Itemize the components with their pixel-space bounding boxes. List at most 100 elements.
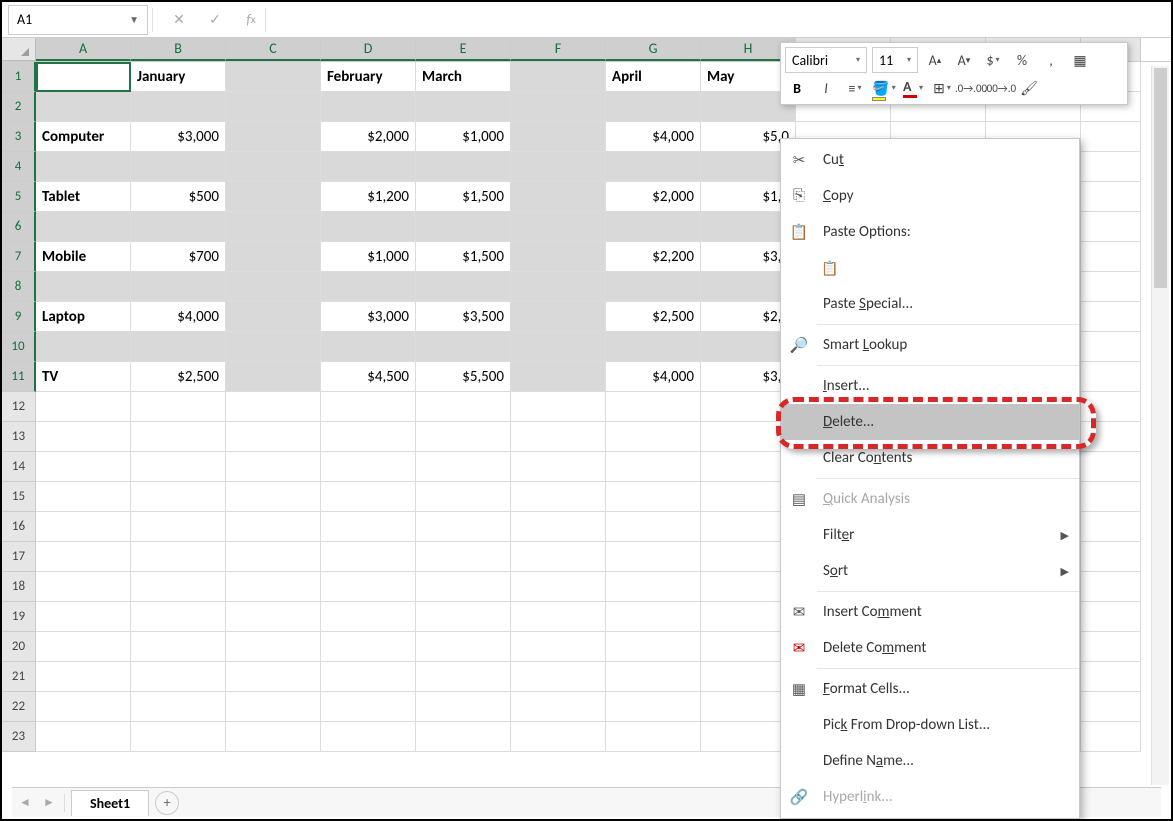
row-header[interactable]: 4 — [2, 152, 36, 182]
scroll-thumb[interactable] — [1154, 68, 1167, 288]
cell[interactable] — [1081, 332, 1141, 362]
cell[interactable] — [1081, 242, 1141, 272]
row-header[interactable]: 1 — [2, 62, 36, 92]
row-header[interactable]: 15 — [2, 482, 36, 512]
cell[interactable]: $3,500 — [416, 302, 511, 332]
cell[interactable] — [511, 722, 606, 752]
format-painter-icon[interactable]: 🖌 — [1017, 76, 1041, 100]
cell[interactable] — [1081, 692, 1141, 722]
row-header[interactable]: 19 — [2, 602, 36, 632]
menu-insert-comment[interactable]: ✉Insert Comment — [781, 594, 1079, 630]
cell[interactable] — [606, 422, 701, 452]
col-header[interactable]: D — [321, 38, 416, 61]
cell[interactable] — [416, 572, 511, 602]
cell[interactable] — [1081, 122, 1141, 152]
format-table-icon[interactable]: ▦ — [1068, 48, 1092, 72]
cell[interactable] — [321, 422, 416, 452]
tab-nav-next[interactable]: ► — [40, 795, 58, 810]
row-header[interactable]: 2 — [2, 92, 36, 122]
cell[interactable] — [131, 572, 226, 602]
cell[interactable] — [1081, 212, 1141, 242]
menu-copy[interactable]: ⎘Copy — [781, 178, 1079, 214]
cell[interactable] — [226, 182, 321, 212]
cell[interactable] — [1081, 662, 1141, 692]
cell[interactable]: $1,500 — [416, 242, 511, 272]
cell[interactable] — [606, 542, 701, 572]
bold-button[interactable]: B — [785, 76, 809, 100]
cell[interactable] — [606, 272, 701, 302]
row-header[interactable]: 6 — [2, 212, 36, 242]
increase-font-icon[interactable]: A▴ — [923, 48, 947, 72]
cell[interactable] — [36, 392, 131, 422]
cancel-icon[interactable]: ✕ — [165, 6, 193, 34]
font-size-picker[interactable]: 11▾ — [872, 47, 918, 73]
row-header[interactable]: 5 — [2, 182, 36, 212]
cell[interactable] — [416, 392, 511, 422]
cell[interactable] — [226, 722, 321, 752]
sheet-tab-active[interactable]: Sheet1 — [71, 790, 149, 816]
cell[interactable] — [226, 122, 321, 152]
cell[interactable]: $1,000 — [321, 242, 416, 272]
cell[interactable] — [606, 512, 701, 542]
cell[interactable] — [321, 542, 416, 572]
cell[interactable] — [511, 332, 606, 362]
decrease-decimal-icon[interactable]: .00→.0 — [988, 76, 1012, 100]
cell[interactable] — [36, 272, 131, 302]
menu-define-name[interactable]: Define Name... — [781, 743, 1079, 779]
row-header[interactable]: 22 — [2, 692, 36, 722]
cell[interactable] — [416, 632, 511, 662]
cell[interactable] — [511, 392, 606, 422]
cell[interactable] — [321, 392, 416, 422]
cell[interactable] — [416, 152, 511, 182]
cell[interactable] — [36, 542, 131, 572]
accounting-format-button[interactable]: $ — [981, 48, 1005, 72]
cell[interactable] — [511, 632, 606, 662]
cell[interactable] — [131, 332, 226, 362]
cell[interactable]: $4,500 — [321, 362, 416, 392]
cell[interactable] — [226, 272, 321, 302]
col-header[interactable]: A — [36, 38, 131, 61]
row-header[interactable]: 8 — [2, 272, 36, 302]
cell[interactable] — [416, 482, 511, 512]
cell[interactable] — [226, 482, 321, 512]
cell[interactable] — [226, 422, 321, 452]
cell[interactable]: $2,000 — [321, 122, 416, 152]
cell[interactable] — [131, 92, 226, 122]
vertical-scrollbar[interactable] — [1151, 66, 1169, 785]
fill-color-button[interactable]: 🪣 — [872, 76, 896, 100]
cell[interactable] — [321, 602, 416, 632]
cell[interactable]: $2,500 — [131, 362, 226, 392]
add-sheet-button[interactable]: + — [155, 791, 179, 815]
cell[interactable] — [226, 152, 321, 182]
cell[interactable] — [36, 332, 131, 362]
cell[interactable] — [131, 542, 226, 572]
name-box[interactable]: A1 ▼ — [8, 5, 148, 35]
cell[interactable] — [606, 632, 701, 662]
cell[interactable] — [511, 212, 606, 242]
cell[interactable] — [1081, 152, 1141, 182]
cell[interactable] — [606, 482, 701, 512]
percent-format-button[interactable]: % — [1010, 48, 1034, 72]
cell[interactable] — [321, 722, 416, 752]
cell[interactable] — [36, 422, 131, 452]
paste-option-default[interactable]: 📋 — [821, 250, 853, 286]
cell[interactable] — [416, 272, 511, 302]
menu-filter[interactable]: Filter▶ — [781, 517, 1079, 553]
cell[interactable] — [36, 572, 131, 602]
cell[interactable] — [321, 482, 416, 512]
cell[interactable] — [1081, 302, 1141, 332]
fx-icon[interactable]: fx — [237, 6, 265, 34]
cell[interactable]: TV — [36, 362, 131, 392]
decrease-font-icon[interactable]: A▾ — [952, 48, 976, 72]
row-header[interactable]: 11 — [2, 362, 36, 392]
cell[interactable] — [416, 92, 511, 122]
menu-sort[interactable]: Sort▶ — [781, 553, 1079, 589]
cell[interactable] — [226, 542, 321, 572]
cell[interactable] — [321, 92, 416, 122]
cell[interactable] — [131, 692, 226, 722]
cell[interactable] — [36, 722, 131, 752]
cell[interactable]: $4,000 — [131, 302, 226, 332]
cell[interactable] — [511, 92, 606, 122]
cell[interactable] — [36, 602, 131, 632]
cell[interactable] — [416, 602, 511, 632]
